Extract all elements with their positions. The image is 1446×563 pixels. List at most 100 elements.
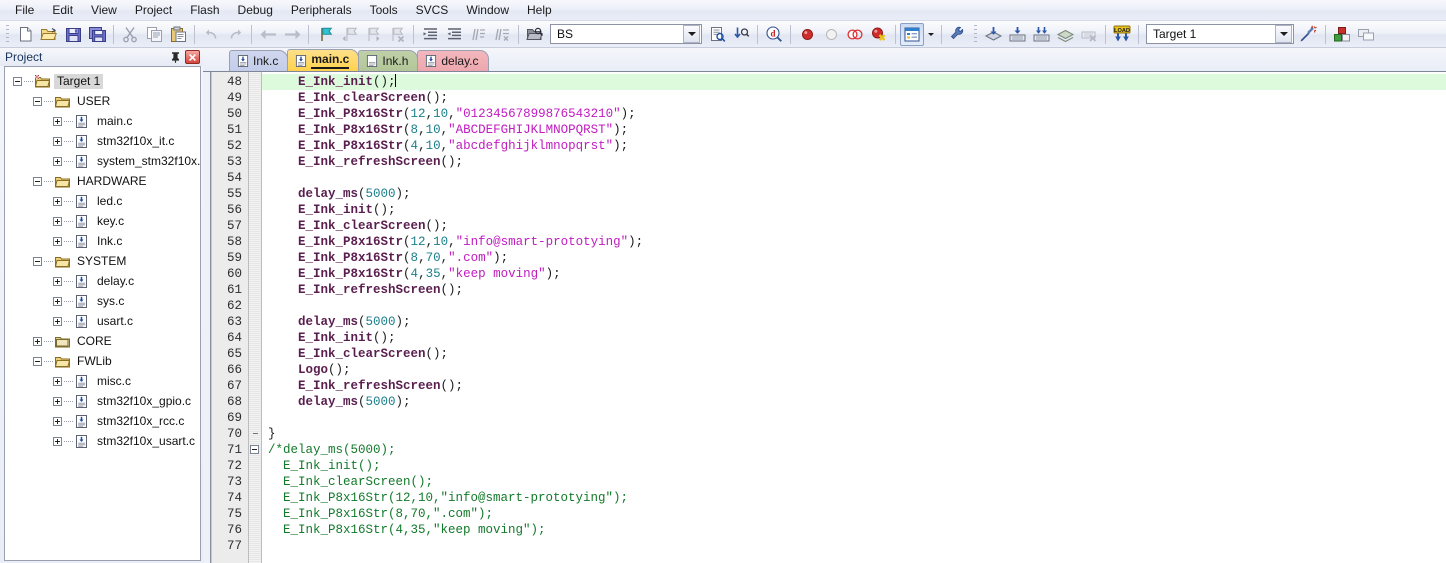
code-line[interactable]: E_Ink_refreshScreen(); bbox=[262, 282, 1446, 298]
code-line[interactable]: E_Ink_P8x16Str(12,10,"info@smart-prototy… bbox=[262, 234, 1446, 250]
code-line[interactable]: E_Ink_refreshScreen(); bbox=[262, 154, 1446, 170]
find-in-files-button[interactable] bbox=[705, 23, 729, 46]
collapse-icon[interactable] bbox=[33, 177, 42, 186]
tree-item-hardware[interactable]: HARDWARE bbox=[5, 171, 200, 191]
code-line[interactable]: E_Ink_init(); bbox=[262, 202, 1446, 218]
target-options-button[interactable] bbox=[1297, 23, 1321, 46]
find-in-files-folder-icon[interactable] bbox=[523, 23, 547, 46]
menu-item-flash[interactable]: Flash bbox=[181, 1, 228, 20]
manage-multi-project-button[interactable] bbox=[1354, 23, 1378, 46]
kill-all-breakpoints-button[interactable] bbox=[843, 23, 867, 46]
open-file-button[interactable] bbox=[37, 23, 61, 46]
collapse-icon[interactable] bbox=[33, 357, 42, 366]
expand-icon[interactable] bbox=[53, 297, 62, 306]
indent-left-button[interactable] bbox=[442, 23, 466, 46]
code-line[interactable]: E_Ink_refreshScreen(); bbox=[262, 378, 1446, 394]
next-bookmark-button[interactable] bbox=[361, 23, 385, 46]
configuration-wizard-button[interactable] bbox=[946, 23, 970, 46]
collapse-icon[interactable] bbox=[33, 97, 42, 106]
code-line[interactable]: E_Ink_clearScreen(); bbox=[262, 474, 1446, 490]
code-line[interactable]: E_Ink_P8x16Str(4,35,"keep moving"); bbox=[262, 522, 1446, 538]
expand-icon[interactable] bbox=[53, 217, 62, 226]
disable-breakpoint-button[interactable] bbox=[819, 23, 843, 46]
editor-tab-main-c[interactable]: main.c bbox=[287, 49, 359, 71]
expand-icon[interactable] bbox=[53, 437, 62, 446]
code-line[interactable] bbox=[262, 538, 1446, 554]
tree-item-user[interactable]: USER bbox=[5, 91, 200, 111]
project-window-dropdown[interactable] bbox=[924, 23, 937, 46]
previous-bookmark-button[interactable] bbox=[337, 23, 361, 46]
navigate-forward-button[interactable] bbox=[280, 23, 304, 46]
expand-icon[interactable] bbox=[53, 197, 62, 206]
code-folding-column[interactable] bbox=[248, 72, 262, 563]
code-line[interactable]: Logo(); bbox=[262, 362, 1446, 378]
find-combo-arrow[interactable] bbox=[683, 25, 700, 43]
tree-item-fwlib[interactable]: FWLib bbox=[5, 351, 200, 371]
find-combo-value[interactable]: BS bbox=[551, 25, 683, 43]
code-line[interactable]: E_Ink_P8x16Str(12,10,"012345678998765432… bbox=[262, 106, 1446, 122]
expand-icon[interactable] bbox=[53, 137, 62, 146]
code-line[interactable]: E_Ink_P8x16Str(8,70,".com"); bbox=[262, 506, 1446, 522]
redo-button[interactable] bbox=[223, 23, 247, 46]
toolbar-grip-2[interactable] bbox=[972, 24, 979, 45]
new-file-button[interactable] bbox=[13, 23, 37, 46]
incremental-find-button[interactable] bbox=[729, 23, 753, 46]
paste-button[interactable] bbox=[166, 23, 190, 46]
menu-item-tools[interactable]: Tools bbox=[361, 1, 407, 20]
target-combo-arrow[interactable] bbox=[1275, 25, 1292, 43]
code-line[interactable]: E_Ink_init(); bbox=[262, 74, 1446, 90]
collapse-icon[interactable] bbox=[13, 77, 22, 86]
insert-bookmark-button[interactable] bbox=[313, 23, 337, 46]
copy-button[interactable] bbox=[142, 23, 166, 46]
editor-tab-ink-c[interactable]: Ink.c bbox=[229, 50, 288, 71]
tree-item-sys-c[interactable]: sys.c bbox=[5, 291, 200, 311]
expand-icon[interactable] bbox=[53, 317, 62, 326]
navigate-back-button[interactable] bbox=[256, 23, 280, 46]
expand-icon[interactable] bbox=[53, 397, 62, 406]
menu-item-window[interactable]: Window bbox=[457, 1, 518, 20]
code-line[interactable]: E_Ink_P8x16Str(8,70,".com"); bbox=[262, 250, 1446, 266]
uncomment-lines-button[interactable] bbox=[490, 23, 514, 46]
code-line[interactable]: /*delay_ms(5000); bbox=[262, 442, 1446, 458]
expand-icon[interactable] bbox=[53, 417, 62, 426]
menu-item-file[interactable]: File bbox=[6, 1, 43, 20]
save-all-button[interactable] bbox=[85, 23, 109, 46]
expand-icon[interactable] bbox=[53, 117, 62, 126]
close-icon[interactable] bbox=[185, 50, 200, 64]
code-line[interactable]: E_Ink_clearScreen(); bbox=[262, 218, 1446, 234]
translate-file-button[interactable] bbox=[981, 23, 1005, 46]
tree-item-stm32f10x-it-c[interactable]: stm32f10x_it.c bbox=[5, 131, 200, 151]
code-line[interactable]: E_Ink_P8x16Str(4,10,"abcdefghijklmnopqrs… bbox=[262, 138, 1446, 154]
tree-item-system[interactable]: SYSTEM bbox=[5, 251, 200, 271]
target-combo-value[interactable]: Target 1 bbox=[1147, 25, 1275, 43]
tree-item-stm32f10x-rcc-c[interactable]: stm32f10x_rcc.c bbox=[5, 411, 200, 431]
code-line[interactable] bbox=[262, 298, 1446, 314]
tree-item-ink-c[interactable]: Ink.c bbox=[5, 231, 200, 251]
batch-build-button[interactable] bbox=[1053, 23, 1077, 46]
menu-item-peripherals[interactable]: Peripherals bbox=[282, 1, 361, 20]
menu-item-edit[interactable]: Edit bbox=[43, 1, 82, 20]
code-line[interactable]: E_Ink_P8x16Str(4,35,"keep moving"); bbox=[262, 266, 1446, 282]
code-line[interactable]: E_Ink_clearScreen(); bbox=[262, 90, 1446, 106]
cut-button[interactable] bbox=[118, 23, 142, 46]
build-target-button[interactable] bbox=[1005, 23, 1029, 46]
tree-item-key-c[interactable]: key.c bbox=[5, 211, 200, 231]
tree-item-delay-c[interactable]: delay.c bbox=[5, 271, 200, 291]
find-combo[interactable]: BS bbox=[550, 24, 702, 44]
editor-tab-ink-h[interactable]: Ink.h bbox=[358, 50, 418, 71]
code-line[interactable]: E_Ink_init(); bbox=[262, 458, 1446, 474]
code-line[interactable] bbox=[262, 170, 1446, 186]
code-line[interactable]: E_Ink_P8x16Str(12,10,"info@smart-prototy… bbox=[262, 490, 1446, 506]
tree-item-usart-c[interactable]: usart.c bbox=[5, 311, 200, 331]
clear-bookmarks-button[interactable] bbox=[385, 23, 409, 46]
menu-item-svcs[interactable]: SVCS bbox=[407, 1, 458, 20]
tree-item-target-1[interactable]: Target 1 bbox=[5, 71, 200, 91]
toolbar-grip[interactable] bbox=[4, 24, 11, 45]
expand-icon[interactable] bbox=[53, 237, 62, 246]
pin-icon[interactable] bbox=[168, 50, 182, 64]
project-window-button[interactable] bbox=[900, 23, 924, 46]
comment-lines-button[interactable] bbox=[466, 23, 490, 46]
tree-item-led-c[interactable]: led.c bbox=[5, 191, 200, 211]
manage-components-button[interactable] bbox=[1330, 23, 1354, 46]
code-line[interactable]: delay_ms(5000); bbox=[262, 314, 1446, 330]
